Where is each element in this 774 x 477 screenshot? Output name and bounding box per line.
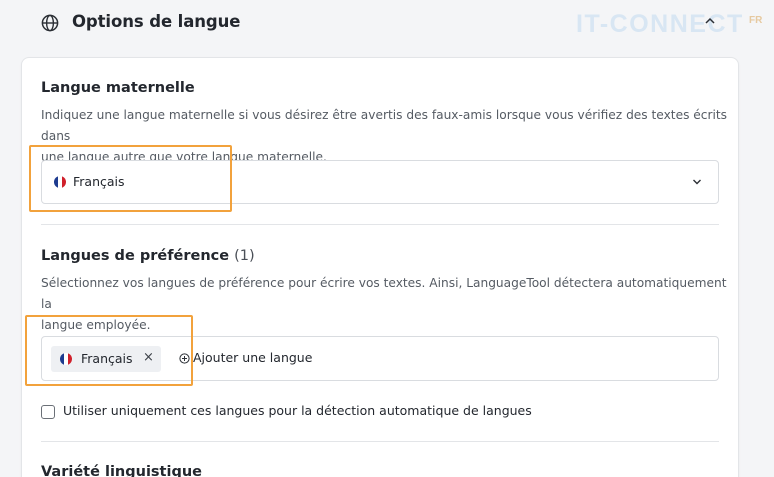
remove-chip-icon[interactable]: × <box>143 350 154 365</box>
add-circle-icon[interactable] <box>179 353 190 364</box>
preferred-languages-description: Sélectionnez vos langues de préférence p… <box>41 276 727 332</box>
section-header[interactable]: Options de langue IT-CONNECT FR <box>0 0 774 46</box>
preferred-languages-heading: Langues de préférence (1) <box>41 248 255 264</box>
chevron-down-icon <box>693 179 701 185</box>
preferred-languages-count: (1) <box>234 248 255 264</box>
add-language-button[interactable]: Ajouter une langue <box>193 350 312 365</box>
chevron-up-icon[interactable] <box>704 16 716 26</box>
variety-heading: Variété linguistique <box>41 464 202 477</box>
detection-only-checkbox[interactable] <box>41 405 55 419</box>
native-language-value: Français <box>73 174 125 189</box>
flag-france-icon <box>60 353 72 365</box>
language-options-card: Langue maternelle Indiquez une langue ma… <box>21 57 739 477</box>
detection-only-label[interactable]: Utiliser uniquement ces langues pour la … <box>63 403 532 418</box>
watermark-logo-suffix: FR <box>749 15 763 26</box>
native-language-heading: Langue maternelle <box>41 80 195 96</box>
globe-icon <box>41 14 59 32</box>
section-divider <box>41 441 719 442</box>
section-divider <box>41 224 719 225</box>
watermark-logo: IT-CONNECT <box>576 10 744 38</box>
native-language-select[interactable]: Français <box>41 160 719 204</box>
native-language-description: Indiquez une langue maternelle si vous d… <box>41 108 728 164</box>
language-chip[interactable]: Français × <box>51 346 161 372</box>
section-title: Options de langue <box>72 12 241 31</box>
flag-france-icon <box>54 176 66 188</box>
language-chip-label: Français <box>81 351 133 366</box>
preferred-languages-field[interactable]: Français × Ajouter une langue <box>41 336 719 381</box>
